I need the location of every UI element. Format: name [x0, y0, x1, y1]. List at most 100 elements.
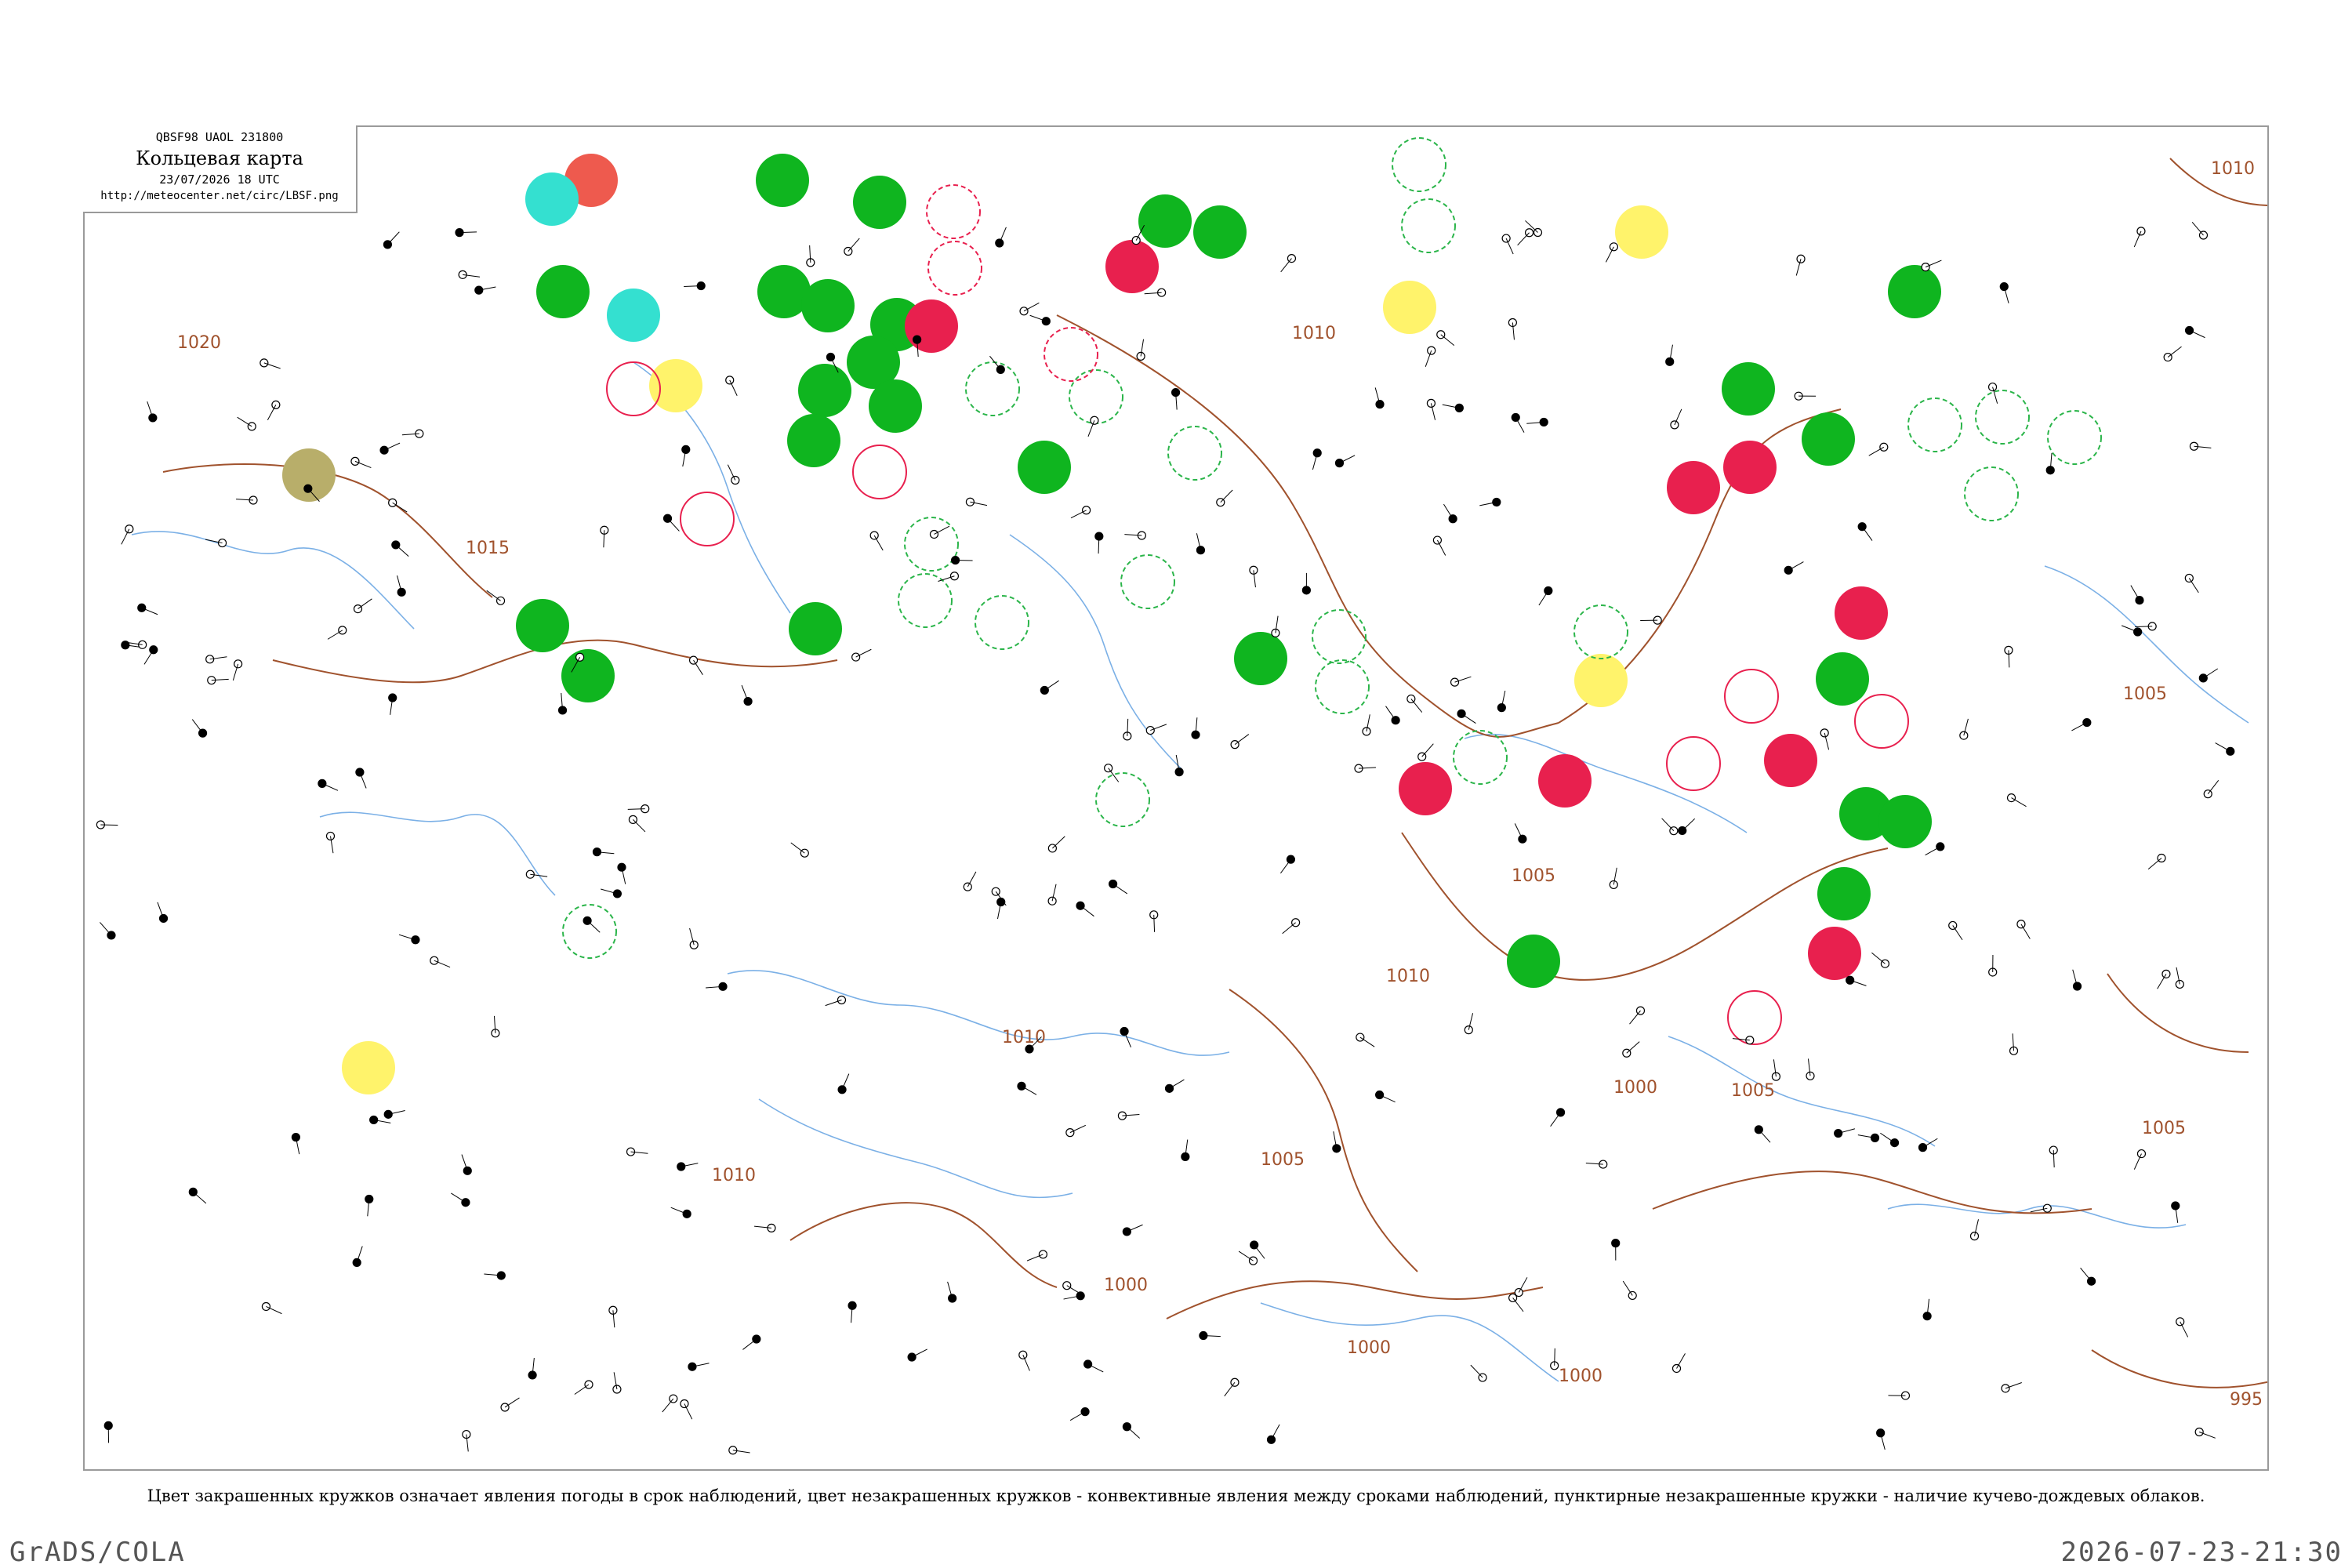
station-plot: [1442, 403, 1464, 412]
station-plot: [2176, 1317, 2189, 1338]
station-plot: [627, 804, 650, 814]
station-plot: [474, 285, 496, 295]
station-plot: [1871, 952, 1890, 968]
wind-barb-mark: [2130, 585, 2140, 601]
station-plot: [2191, 222, 2209, 240]
weather-circle-green: [1878, 795, 1932, 848]
wind-barb-mark: [1169, 1079, 1185, 1089]
station-plot: [1665, 344, 1675, 366]
convective-circle: [1724, 669, 1779, 724]
isobar-label: 1005: [1261, 1150, 1305, 1170]
wind-barb-mark: [451, 1192, 466, 1203]
station-plot: [1145, 724, 1167, 735]
wind-barb-mark: [1224, 1381, 1236, 1397]
wind-barb-mark: [727, 464, 736, 481]
isobar-label: 1020: [177, 333, 221, 353]
wind-barb-mark: [1871, 952, 1886, 964]
station-plot: [574, 1380, 593, 1395]
weather-circle-green: [1193, 205, 1247, 259]
station-plot: [1436, 330, 1455, 347]
station-plot: [1385, 706, 1400, 725]
station-plot: [1514, 1277, 1528, 1298]
cloud-cover-mark: [1609, 880, 1618, 890]
isobar-label: 1000: [1613, 1078, 1657, 1098]
station-plot: [1087, 416, 1099, 437]
station-plot: [2049, 1145, 2058, 1168]
station-plot: [1508, 318, 1517, 340]
station-plot: [1611, 1239, 1621, 1261]
weather-circle-red: [1399, 762, 1452, 815]
station-plot: [996, 897, 1006, 920]
station-plot: [1301, 572, 1311, 595]
wind-barb-mark: [2080, 1267, 2092, 1282]
synoptic-map: 1020 1015 1010 1010 1010 1010 1005 1005 …: [83, 125, 2269, 1471]
station-plot: [2071, 717, 2092, 731]
weather-circle-green: [516, 599, 569, 652]
station-plot: [557, 692, 568, 715]
station-plot: [1174, 754, 1184, 777]
wind-barb-mark: [1461, 713, 1476, 724]
wind-barb-mark: [1052, 836, 1065, 849]
station-plot: [1754, 1125, 1771, 1143]
station-plot: [500, 1397, 520, 1412]
isobar-label: 1010: [712, 1166, 756, 1185]
station-plot: [1629, 1006, 1646, 1025]
station-plot: [462, 1429, 471, 1452]
station-plot: [1362, 714, 1371, 736]
wind-barb-mark: [1440, 334, 1455, 347]
station-plot: [1406, 694, 1423, 713]
station-plot: [2133, 227, 2146, 248]
station-plot: [1794, 391, 1817, 401]
wind-barb-mark: [1629, 1010, 1641, 1025]
wind-barb-mark: [486, 590, 501, 601]
wind-barb-mark: [1622, 1280, 1633, 1296]
wind-barb-mark: [1282, 922, 1296, 935]
station-plot: [2175, 967, 2184, 989]
station-plot: [1784, 561, 1804, 575]
isobar-label: 1005: [1731, 1081, 1775, 1101]
station-plot: [1047, 836, 1065, 853]
station-plot: [1040, 680, 1059, 695]
weather-circle-green: [1817, 867, 1871, 920]
wind-barb-mark: [684, 1403, 693, 1420]
wind-barb-mark: [2207, 779, 2220, 794]
station-plot: [461, 1154, 472, 1175]
station-plot: [325, 831, 336, 854]
station-plot: [121, 524, 134, 545]
station-plot: [491, 1015, 500, 1038]
wind-barb-mark: [358, 598, 372, 609]
weather-circle-green: [1816, 652, 1869, 706]
station-plot: [1224, 1377, 1240, 1397]
station-plot: [995, 227, 1007, 248]
cloud-cover-mark: [1076, 901, 1085, 910]
station-plot: [742, 1334, 761, 1350]
station-plot: [662, 514, 680, 532]
wind-barb-mark: [2135, 626, 2153, 627]
wind-barb-mark: [1069, 1411, 1086, 1421]
station-plot: [1925, 842, 1945, 856]
station-plot: [1312, 448, 1322, 470]
weather-circle-green: [787, 414, 840, 467]
convective-circle: [680, 492, 735, 546]
station-plot: [677, 1162, 699, 1171]
weather-circle-cyan: [607, 289, 660, 342]
station-plot: [727, 464, 740, 485]
station-plot: [1457, 709, 1476, 724]
weather-circle-green: [1018, 441, 1071, 494]
wind-barb-mark: [1515, 417, 1525, 433]
station-plot: [1922, 1298, 1932, 1321]
station-plot: [1948, 920, 1963, 940]
wind-barb-mark: [191, 719, 203, 734]
station-plot: [1026, 1250, 1048, 1261]
wind-barb-mark: [392, 502, 408, 513]
station-plot: [1479, 497, 1501, 507]
station-plot: [451, 1192, 470, 1207]
cb-circle: [1315, 659, 1370, 714]
station-plot: [236, 495, 258, 505]
station-plot: [1417, 743, 1434, 761]
wind-barb-mark: [873, 535, 884, 551]
weather-circle-green: [1888, 265, 1941, 318]
cloud-cover-mark: [397, 587, 406, 597]
wind-barb-mark: [2215, 742, 2231, 752]
station-plot: [1550, 1108, 1566, 1127]
